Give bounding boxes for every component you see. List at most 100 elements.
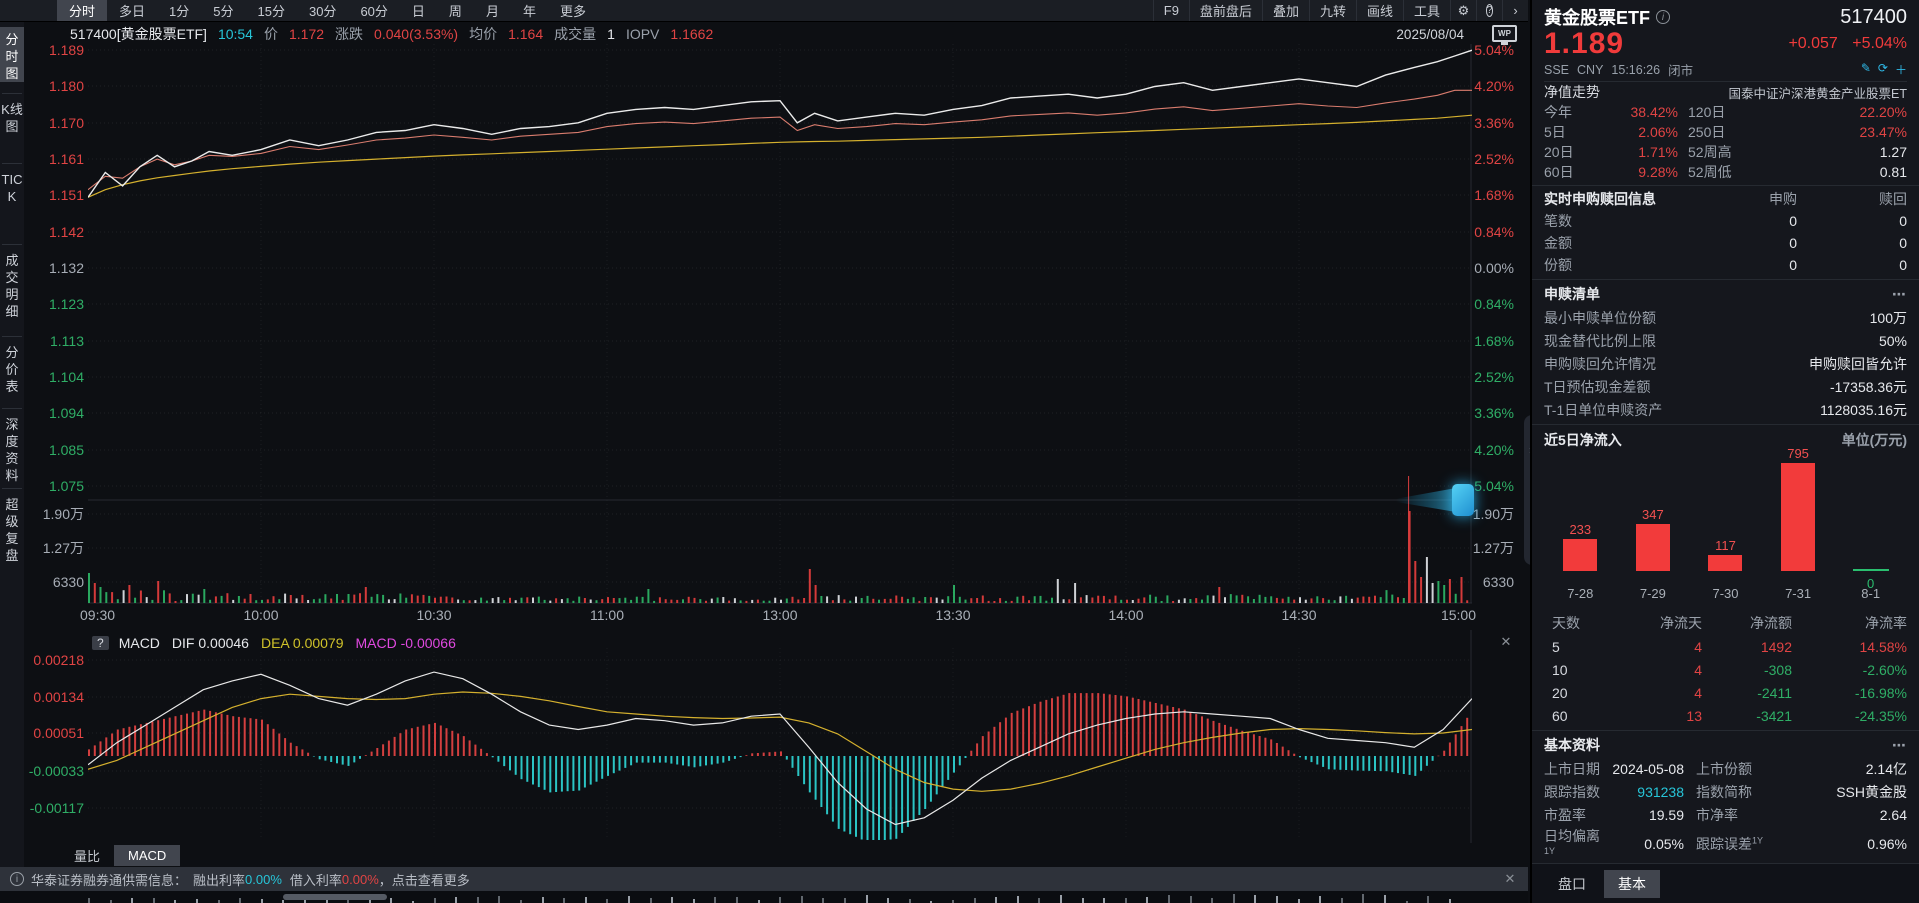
shenshu-more-icon[interactable]: ⋯ <box>1892 286 1907 303</box>
basic-row-0: 上市日期2024-05-08上市份额2.14亿 <box>1544 757 1907 780</box>
info-icon[interactable]: i <box>1656 10 1670 24</box>
gear-icon[interactable]: ⚙ <box>1450 0 1476 21</box>
add-icon[interactable]: ＋ <box>1895 61 1907 78</box>
pct-axis-label: 0.00% <box>1454 259 1514 277</box>
period-tab-年[interactable]: 年 <box>511 0 548 21</box>
period-tab-周[interactable]: 周 <box>437 0 474 21</box>
rt-label: 笔数 <box>1544 211 1721 231</box>
tool-工具[interactable]: 工具 <box>1403 0 1450 21</box>
intraday-chart[interactable] <box>88 24 1472 628</box>
sidebar-item-成交明细[interactable]: 成交明细 <box>0 248 24 321</box>
sliver-bar <box>1146 897 1148 903</box>
period-tab-60分[interactable]: 60分 <box>348 0 399 21</box>
sidebar-item-深度资料[interactable]: 深度资料 <box>0 412 24 485</box>
realtime-row-份额: 份额00 <box>1544 254 1907 276</box>
period-tab-30分[interactable]: 30分 <box>297 0 348 21</box>
sidebar-item-分价表[interactable]: 分价表 <box>0 340 24 395</box>
flow-th-天数: 天数 <box>1544 613 1598 633</box>
time-axis-label: 11:00 <box>577 606 637 624</box>
volume-axis-label-right: 6330 <box>1454 573 1514 591</box>
sliver-bar <box>477 897 479 903</box>
flow-days: 10 <box>1544 662 1598 678</box>
panel-tab-基本[interactable]: 基本 <box>1604 870 1660 898</box>
basic-value2: SSH黄金股 <box>1776 782 1907 802</box>
sliver-bar <box>1384 895 1386 903</box>
sliver-bar <box>736 897 738 903</box>
rt-subscribe-value: 0 <box>1721 257 1797 273</box>
sidebar-item-分时图[interactable]: 分时图 <box>0 27 24 82</box>
time-axis-label: 14:30 <box>1269 606 1329 624</box>
period-tab-多日[interactable]: 多日 <box>107 0 157 21</box>
time-axis-label: 13:00 <box>750 606 810 624</box>
nav-value2: 1.27 <box>1762 144 1907 160</box>
price-axis-label: 1.104 <box>22 368 84 386</box>
macd-axis-label: -0.00117 <box>16 799 84 817</box>
sliver-bar <box>196 899 198 903</box>
sliver-bar <box>1254 895 1256 903</box>
period-tab-日[interactable]: 日 <box>400 0 437 21</box>
macd-chart[interactable] <box>88 630 1472 843</box>
period-tab-1分[interactable]: 1分 <box>157 0 201 21</box>
flow-net-amount: 1492 <box>1702 639 1792 655</box>
shenshu-row-4: T-1日单位申赎资产1128035.16元 <box>1544 398 1907 421</box>
sliver-bar <box>1427 896 1429 903</box>
period-tab-5分[interactable]: 5分 <box>201 0 245 21</box>
price-axis-label: 1.123 <box>22 295 84 313</box>
sidebar-item-TICK[interactable]: TICK <box>0 167 24 205</box>
tool-盘前盘后[interactable]: 盘前盘后 <box>1189 0 1262 21</box>
indicator-tab-量比[interactable]: 量比 <box>60 845 114 866</box>
volume-axis-label: 6330 <box>22 573 84 591</box>
tool-画线[interactable]: 画线 <box>1356 0 1403 21</box>
panel-tab-盘口[interactable]: 盘口 <box>1544 870 1600 898</box>
macd-help-icon[interactable]: ? <box>92 636 109 650</box>
sliver-bar <box>1190 896 1192 903</box>
flow-th-净流率: 净流率 <box>1792 613 1907 633</box>
pct-axis-label: 2.52% <box>1454 368 1514 386</box>
basic-row-2: 市盈率19.59市净率2.64 <box>1544 803 1907 826</box>
shenshu-row-3: T日预估现金差额-17358.36元 <box>1544 375 1907 398</box>
period-tab-15分[interactable]: 15分 <box>246 0 297 21</box>
chevron-right-icon[interactable]: › <box>1502 0 1528 21</box>
sliver-bar <box>563 898 565 903</box>
notice-borrow-rate: 0.00% <box>342 872 379 887</box>
flow-net-rate: -24.35% <box>1792 708 1907 724</box>
rt-redeem-value: 0 <box>1797 257 1907 273</box>
period-tab-更多[interactable]: 更多 <box>548 0 598 21</box>
macd-close-icon[interactable]: ✕ <box>1498 634 1514 650</box>
sliver-bar <box>714 897 716 903</box>
basic-more-icon[interactable]: ⋯ <box>1892 737 1907 754</box>
sidebar-item-K线图[interactable]: K线图 <box>0 97 24 135</box>
margin-notice-bar[interactable]: i 华泰证券融券通供需信息： 融出利率 0.00% 借入利率 0.00% ，点击… <box>0 867 1528 891</box>
flow5d-value: 795 <box>1762 446 1835 461</box>
sliver-bar <box>995 897 997 903</box>
basic-value: 19.59 <box>1608 807 1684 823</box>
panel-bottom-tabs: 盘口基本 <box>1532 863 1919 903</box>
rt-subscribe-value: 0 <box>1721 213 1797 229</box>
tool-叠加[interactable]: 叠加 <box>1262 0 1309 21</box>
wp-monitor-icon[interactable]: WP <box>1492 25 1517 42</box>
indicator-tab-MACD[interactable]: MACD <box>114 845 180 866</box>
basic-value: 931238 <box>1608 784 1684 800</box>
macd-axis-label: 0.00051 <box>16 724 84 742</box>
price-axis-label: 1.170 <box>22 114 84 132</box>
sliver-bar <box>1298 899 1300 903</box>
basic-label2: 跟踪误差1Y <box>1684 834 1776 854</box>
sliver-bar <box>390 898 392 903</box>
pct-axis-label: 1.68% <box>1454 186 1514 204</box>
flow5d-bar <box>1781 463 1815 571</box>
period-tab-月[interactable]: 月 <box>474 0 511 21</box>
pct-axis-label: 3.36% <box>1454 114 1514 132</box>
scrollbar-thumb[interactable] <box>283 894 387 900</box>
sidebar-item-超级复盘[interactable]: 超级复盘 <box>0 492 24 565</box>
help-icon[interactable]: ? <box>1476 0 1502 21</box>
period-tab-分时[interactable]: 分时 <box>57 0 107 21</box>
tool-九转[interactable]: 九转 <box>1309 0 1356 21</box>
tool-F9[interactable]: F9 <box>1153 0 1189 21</box>
sliver-bar <box>909 899 911 903</box>
sidebar-separator <box>2 244 22 245</box>
flow-net-rate: -16.98% <box>1792 685 1907 701</box>
notice-close-icon[interactable]: ✕ <box>1502 871 1518 887</box>
refresh-icon[interactable]: ⟳ <box>1878 61 1888 78</box>
sliver-bar <box>822 898 824 903</box>
edit-icon[interactable]: ✎ <box>1861 61 1871 78</box>
